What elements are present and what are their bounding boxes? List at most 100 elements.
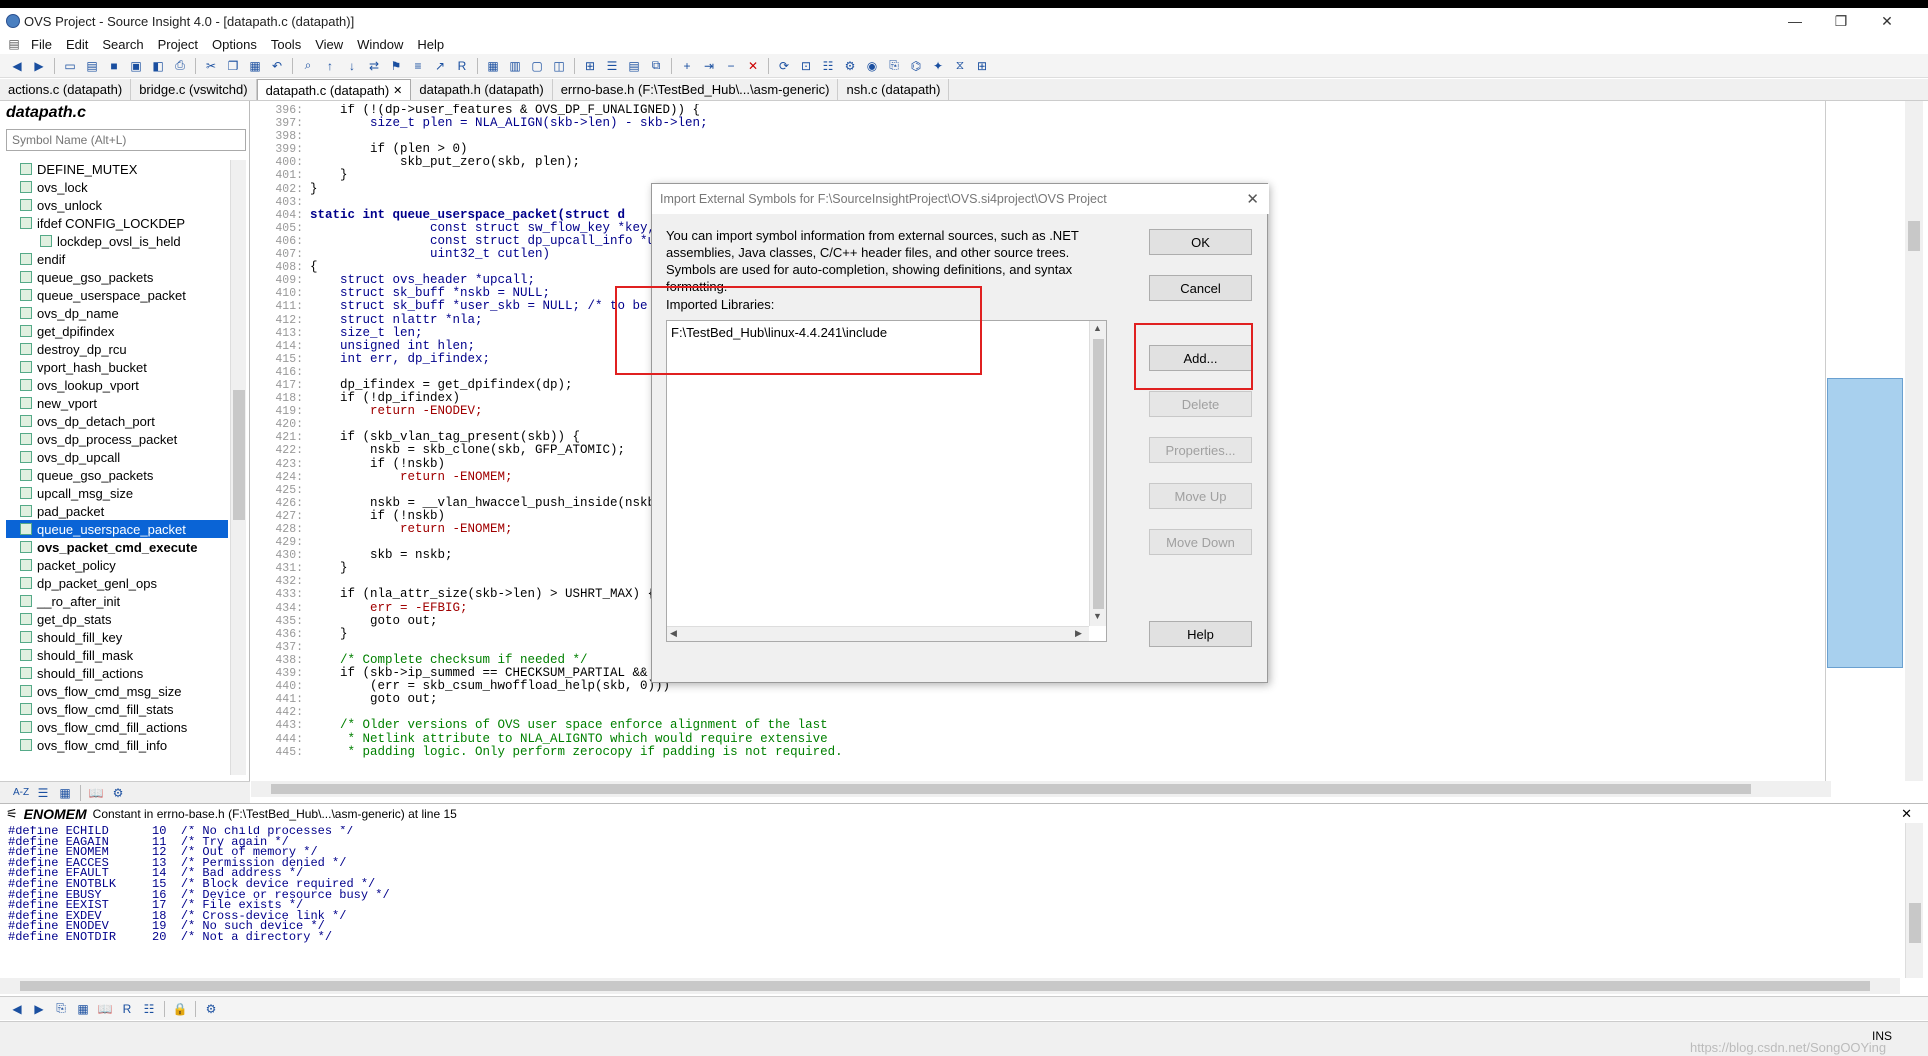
sort-az-icon[interactable]: A-Z [12,784,30,802]
editor-hscrollbar[interactable] [251,781,1831,797]
symbol-item[interactable]: destroy_dp_rcu [6,340,228,358]
symbol-item[interactable]: queue_userspace_packet [6,520,228,538]
symbol-item[interactable]: endif [6,250,228,268]
split-icon[interactable]: ◫ [550,57,568,75]
code-line[interactable]: size_t plen = NLA_ALIGN(skb->len) - skb-… [310,116,1830,130]
doc-icon[interactable]: ▤ [6,35,22,53]
menu-options[interactable]: Options [205,37,264,52]
list-view-icon[interactable]: ☰ [34,784,52,802]
jump-icon[interactable]: ⎘ [52,1000,70,1018]
forward-icon[interactable]: ▶ [30,1000,48,1018]
context-line[interactable]: #define ECHILD 10 /* No child processes … [8,826,1908,837]
relation-icon[interactable]: R [453,57,471,75]
symbol-item[interactable]: ovs_flow_cmd_fill_stats [6,700,228,718]
open-icon[interactable]: ▤ [83,57,101,75]
symbol-item[interactable]: ovs_flow_cmd_msg_size [6,682,228,700]
panel-icon[interactable]: ▥ [506,57,524,75]
browse-icon[interactable]: ≡ [409,57,427,75]
symbol-item[interactable]: ovs_dp_upcall [6,448,228,466]
context-hscrollbar[interactable] [0,978,1900,994]
bird-icon[interactable]: ✦ [929,57,947,75]
cut-icon[interactable]: ✂ [202,57,220,75]
code-line[interactable]: * padding logic. Only perform zerocopy i… [310,745,1830,759]
code-line[interactable]: * Netlink attribute to NLA_ALIGNTO which… [310,732,1830,746]
symbol-item[interactable]: lockdep_ovsl_is_held [6,232,228,250]
tab-actions-c[interactable]: actions.c (datapath) [0,79,132,100]
tab-nsh-c[interactable]: nsh.c (datapath) [838,79,950,100]
scroll-thumb[interactable] [271,784,1751,794]
save-all-icon[interactable]: ▣ [127,57,145,75]
code-line[interactable] [310,130,1830,143]
back-icon[interactable]: ◀ [8,1000,26,1018]
restore-button[interactable]: ❐ [1818,8,1864,34]
copy-icon[interactable]: ❐ [224,57,242,75]
find-next-icon[interactable]: ↓ [343,57,361,75]
symbol-item[interactable]: should_fill_mask [6,646,228,664]
save-icon[interactable]: ■ [105,57,123,75]
symbol-item[interactable]: __ro_after_init [6,592,228,610]
symbol-item[interactable]: packet_policy [6,556,228,574]
symbol-item[interactable]: ovs_dp_process_packet [6,430,228,448]
bookmark-icon[interactable]: ⚑ [387,57,405,75]
cancel-button[interactable]: Cancel [1149,275,1252,301]
remove-icon[interactable]: − [722,57,740,75]
symbol-item[interactable]: ovs_dp_name [6,304,228,322]
print-icon[interactable]: ⎙ [171,57,189,75]
context-vscrollbar[interactable] [1905,823,1923,978]
scroll-thumb[interactable] [1908,221,1920,251]
lock-icon[interactable]: 🔒 [171,1000,189,1018]
minimize-button[interactable]: — [1772,8,1818,34]
outline-icon[interactable]: ☷ [140,1000,158,1018]
panel-settings-icon[interactable]: ⚙ [109,784,127,802]
symbol-item[interactable]: ovs_dp_detach_port [6,412,228,430]
code-line[interactable]: skb_put_zero(skb, plen); [310,156,1830,169]
paste-icon[interactable]: ▦ [246,57,264,75]
symbol-item[interactable]: should_fill_actions [6,664,228,682]
book-icon[interactable]: 📖 [87,784,105,802]
minimap-viewport[interactable] [1827,378,1903,668]
context-settings-icon[interactable]: ⚙ [202,1000,220,1018]
copy-icon[interactable]: ▦ [74,1000,92,1018]
delete-icon[interactable]: ✕ [744,57,762,75]
menu-view[interactable]: View [308,37,350,52]
menu-file[interactable]: File [24,37,59,52]
forward-icon[interactable]: ▶ [30,57,48,75]
list-vscrollbar[interactable]: ▲ ▼ [1089,321,1106,626]
symbol-item[interactable]: ifdef CONFIG_LOCKDEP [6,214,228,232]
back-icon[interactable]: ◀ [8,57,26,75]
symbol-item[interactable]: ovs_lock [6,178,228,196]
menu-window[interactable]: Window [350,37,410,52]
symbol-search-input[interactable] [6,129,246,151]
symbol-item[interactable]: DEFINE_MUTEX [6,160,228,178]
insert-icon[interactable]: ⇥ [700,57,718,75]
symbol-item[interactable]: should_fill_key [6,628,228,646]
symbol-item[interactable]: upcall_msg_size [6,484,228,502]
find-prev-icon[interactable]: ↑ [321,57,339,75]
context-close-icon[interactable]: ✕ [1901,806,1912,822]
symbol-item[interactable]: vport_hash_bucket [6,358,228,376]
list-icon[interactable]: ☰ [603,57,621,75]
scroll-thumb[interactable] [1909,903,1921,943]
symbol-item[interactable]: ovs_flow_cmd_fill_actions [6,718,228,736]
list-hscrollbar[interactable]: ◀ ▶ [667,626,1089,641]
symbol-item[interactable]: ovs_unlock [6,196,228,214]
context-code[interactable]: #define ECHILD 10 /* No child processes … [8,826,1908,976]
code-line[interactable]: } [310,169,1830,182]
editor-vscrollbar[interactable] [1905,101,1923,781]
close-button[interactable]: ✕ [1864,8,1910,34]
find-icon[interactable]: ⌕ [299,57,317,75]
symbol-item[interactable]: ovs_lookup_vport [6,376,228,394]
scroll-thumb[interactable] [20,981,1870,991]
add-symbol-icon[interactable]: + [678,57,696,75]
context-line[interactable]: #define ENOTDIR 20 /* Not a directory */ [8,931,1908,943]
scroll-thumb[interactable] [233,390,245,520]
symbol-item[interactable]: get_dp_stats [6,610,228,628]
close-file-icon[interactable]: ◧ [149,57,167,75]
outline-icon[interactable]: ☷ [819,57,837,75]
tab-bridge-c[interactable]: bridge.c (vswitchd) [131,79,257,100]
menu-help[interactable]: Help [410,37,451,52]
window-icon[interactable]: ▢ [528,57,546,75]
menu-edit[interactable]: Edit [59,37,95,52]
replace-icon[interactable]: ⇄ [365,57,383,75]
move-down-button[interactable]: Move Down [1149,529,1252,555]
